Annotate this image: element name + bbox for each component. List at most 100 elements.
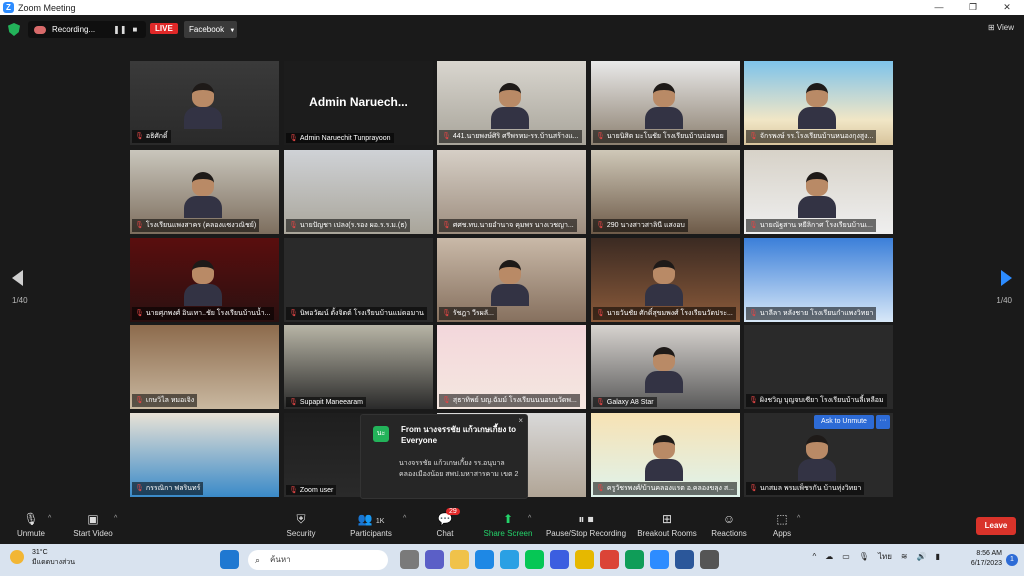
taskbar-clock[interactable]: 8:56 AM 6/17/2023 (971, 549, 1002, 569)
security-button[interactable]: ⛨ Security (284, 511, 318, 538)
reactions-button[interactable]: ☺ Reactions (710, 511, 748, 538)
close-popup-icon[interactable]: × (518, 416, 523, 425)
breakout-rooms-button[interactable]: ⊞ Breakout Rooms (637, 511, 697, 538)
participant-tile[interactable]: 🎙 Galaxy A8 Star (591, 325, 740, 409)
leave-button[interactable]: Leave (976, 517, 1016, 535)
participant-tile[interactable]: 🎙 441.นายพงษ์ศิริ ศรีพรหม-รร.บ้านสร้างแ..… (437, 61, 586, 145)
breakout-rooms-icon: ⊞ (661, 512, 673, 526)
participant-tile[interactable]: 🎙 สุธาทิพย์ บญ.ฉัมม์ โรงเรียนนนอบนวัดพ... (437, 325, 586, 409)
participant-tile[interactable]: 🎙 โรงเรียนแพงสาคร (คลองแซงวณิชย์) (130, 150, 279, 234)
muted-mic-icon: 🎙 (749, 133, 758, 140)
participant-name: นกสมล พรมเพ็ชรกัน บ้านทุ่งวิทยา (759, 485, 862, 492)
video-options-chevron-icon[interactable]: ^ (114, 515, 117, 522)
maximize-icon[interactable]: ❐ (956, 0, 990, 15)
participant-tile[interactable]: 🎙 นาลีลา หลังชาย โรงเรียนกำแพงวิทยา (744, 238, 893, 322)
word-icon[interactable] (675, 550, 694, 569)
unmute-button[interactable]: 🎙 Unmute (14, 511, 48, 538)
participant-tile[interactable]: 🎙 ครูวัชรพงศ์/บ้านคลองแรต อ.คลองขลุง ส... (591, 413, 740, 497)
window-controls: — ❐ ✕ (922, 0, 1024, 15)
task-view-icon[interactable] (400, 550, 419, 569)
chrome-icon[interactable] (600, 550, 619, 569)
next-page-arrow-icon[interactable] (1001, 270, 1012, 286)
wifi-icon[interactable]: ≋ (901, 552, 908, 561)
start-video-button[interactable]: ▣ Start Video (72, 511, 114, 538)
participant-tile[interactable]: 🎙 นายศุภพงศ์ อินเทา..ชัย โรงเรียนบ้านน้ำ.… (130, 238, 279, 322)
stream-target-select[interactable]: Facebook ▼ (184, 21, 237, 38)
participant-tile[interactable]: 🎙 กรรณิกา ฟลรินทร์ (130, 413, 279, 497)
windows-start-icon[interactable] (220, 550, 239, 569)
weather-widget[interactable]: 31°C มีแดดบางส่วน (10, 548, 75, 568)
store-icon[interactable] (550, 550, 569, 569)
participants-count: 1K (375, 518, 385, 525)
share-screen-button[interactable]: ⬆ Share Screen (482, 511, 534, 538)
teams-chat-icon[interactable] (425, 550, 444, 569)
start-button[interactable] (220, 550, 239, 569)
line-app-icon[interactable] (525, 550, 544, 569)
share-screen-label: Share Screen (483, 529, 533, 538)
participant-name: เกษวิไล หมอเจิง (145, 397, 195, 404)
notification-badge[interactable]: 1 (1006, 554, 1018, 566)
apps-label: Apps (772, 529, 792, 538)
share-options-chevron-icon[interactable]: ^ (528, 515, 531, 522)
taskbar-search-box[interactable]: ⌕ ค้นหา (248, 550, 388, 570)
participant-tile[interactable]: Admin Naruech... 🎙 Admin Naruechit Tunpray… (284, 61, 433, 145)
encryption-shield-icon[interactable] (8, 23, 20, 36)
participant-tile[interactable]: 🎙 นายปัญชา เปลง(ร.รอง ผอ.ร.ร.ม.(ธ) (284, 150, 433, 234)
participant-tile[interactable]: 🎙 นายวันชัย ศักดิ์สุขมพงศ์ โรงเรียนวัดประ… (591, 238, 740, 322)
participant-name: ศศช.ทบ.นายอำนาจ คุมพร นางเวชญา... (452, 222, 574, 229)
battery-icon[interactable]: ▮ (936, 552, 940, 561)
audio-options-chevron-icon[interactable]: ^ (48, 515, 51, 522)
usb-icon[interactable]: ▭ (842, 552, 850, 561)
stream-target-label: Facebook (189, 25, 225, 34)
file-explorer-icon[interactable] (450, 550, 469, 569)
participant-figure (645, 83, 683, 131)
participant-tile[interactable]: 🎙 อธิศักดิ์ (130, 61, 279, 145)
pause-stop-recording-button[interactable]: ⏸ ⏹ Pause/Stop Recording (545, 511, 627, 538)
apps-chevron-icon[interactable]: ^ (797, 515, 800, 522)
participants-chevron-icon[interactable]: ^ (403, 515, 406, 522)
participant-name: นาลีลา หลังชาย โรงเรียนกำแพงวิทยา (759, 310, 874, 317)
close-icon[interactable]: ✕ (990, 0, 1024, 15)
participant-tile[interactable]: 🎙 ผิงชวิญ บุญจบเซียา โรงเรียนบ้านลี้เหลือ… (744, 325, 893, 409)
participant-tile[interactable]: 🎙 รัชฎา วีรผลั... (437, 238, 586, 322)
pause-recording-icon[interactable]: ❚❚ (113, 25, 126, 34)
participant-tile[interactable]: 🎙 นายณัฐสาน หยีลิกาศ โรงเรียนบ้านเ... (744, 150, 893, 234)
participant-tile[interactable]: 🎙 นิพอวัฒน์ ตั้งจิตต์ โรงเรียนบ้านแม่ดอมา… (284, 238, 433, 322)
muted-mic-icon: 🎙 (442, 222, 451, 229)
zoom-taskbar-icon[interactable] (650, 550, 669, 569)
stop-recording-icon[interactable]: ■ (133, 25, 138, 34)
folder-icon[interactable] (575, 550, 594, 569)
participant-name-label: 🎙 นายณัฐสาน หยีลิกาศ โรงเรียนบ้านเ... (746, 219, 876, 232)
participant-tile[interactable]: 🎙 จักรพงษ์ รร.โรงเรียนบ้านหนองกุงสูง... (744, 61, 893, 145)
speaker-icon[interactable]: 🔊 (917, 552, 927, 561)
chat-button[interactable]: 💬 29 Chat (432, 508, 460, 538)
participant-tile[interactable]: 🎙 นายนิสิต มะโนชัย โรงเรียนบ้านบ่อหอย (591, 61, 740, 145)
tray-overflow-chevron-icon[interactable]: ^ (812, 552, 816, 561)
language-indicator[interactable]: ไทย (878, 550, 892, 563)
apps-button[interactable]: ⬚ Apps (770, 511, 794, 538)
chat-notification-popup[interactable]: นะ From นางจรรชัย แก้วเกษเกี้ยง to Every… (360, 414, 528, 499)
participant-display-name: Admin Naruech... (309, 95, 408, 109)
more-options-button[interactable]: ··· (876, 415, 890, 429)
edge-browser-icon[interactable] (500, 550, 519, 569)
participant-tile[interactable]: 🎙 ศศช.ทบ.นายอำนาจ คุมพร นางเวชญา... (437, 150, 586, 234)
microphone-icon[interactable]: 🎙 (859, 552, 869, 561)
previous-page-arrow-icon[interactable] (12, 270, 23, 286)
participant-name: นิพอวัฒน์ ตั้งจิตต์ โรงเรียนบ้านแม่ดอมาน (299, 310, 424, 317)
mail-icon[interactable] (475, 550, 494, 569)
page-indicator-right: 1/40 (996, 296, 1012, 305)
participants-button[interactable]: 👥 1K Participants (348, 511, 394, 538)
participant-tile[interactable]: 🎙 เกษวิไล หมอเจิง (130, 325, 279, 409)
view-button[interactable]: ⊞ View (988, 23, 1014, 32)
muted-mic-icon: 🎙 (442, 310, 451, 317)
participant-tile[interactable]: 🎙 Supapit Maneearam (284, 325, 433, 409)
video-off-icon: ▣ (87, 512, 99, 526)
participant-tile[interactable]: 🎙 290 นางสาวสาลินี แสงอบ (591, 150, 740, 234)
participant-name-label: 🎙 ครูวัชรพงศ์/บ้านคลองแรต อ.คลองขลุง ส... (593, 482, 737, 495)
app-icon[interactable] (700, 550, 719, 569)
chrome-profile-icon[interactable] (625, 550, 644, 569)
participant-name-label: 🎙 Zoom user (286, 485, 337, 495)
ask-to-unmute-button[interactable]: Ask to Unmute (814, 415, 874, 429)
minimize-icon[interactable]: — (922, 0, 956, 15)
onedrive-cloud-icon[interactable]: ☁ (825, 552, 833, 561)
